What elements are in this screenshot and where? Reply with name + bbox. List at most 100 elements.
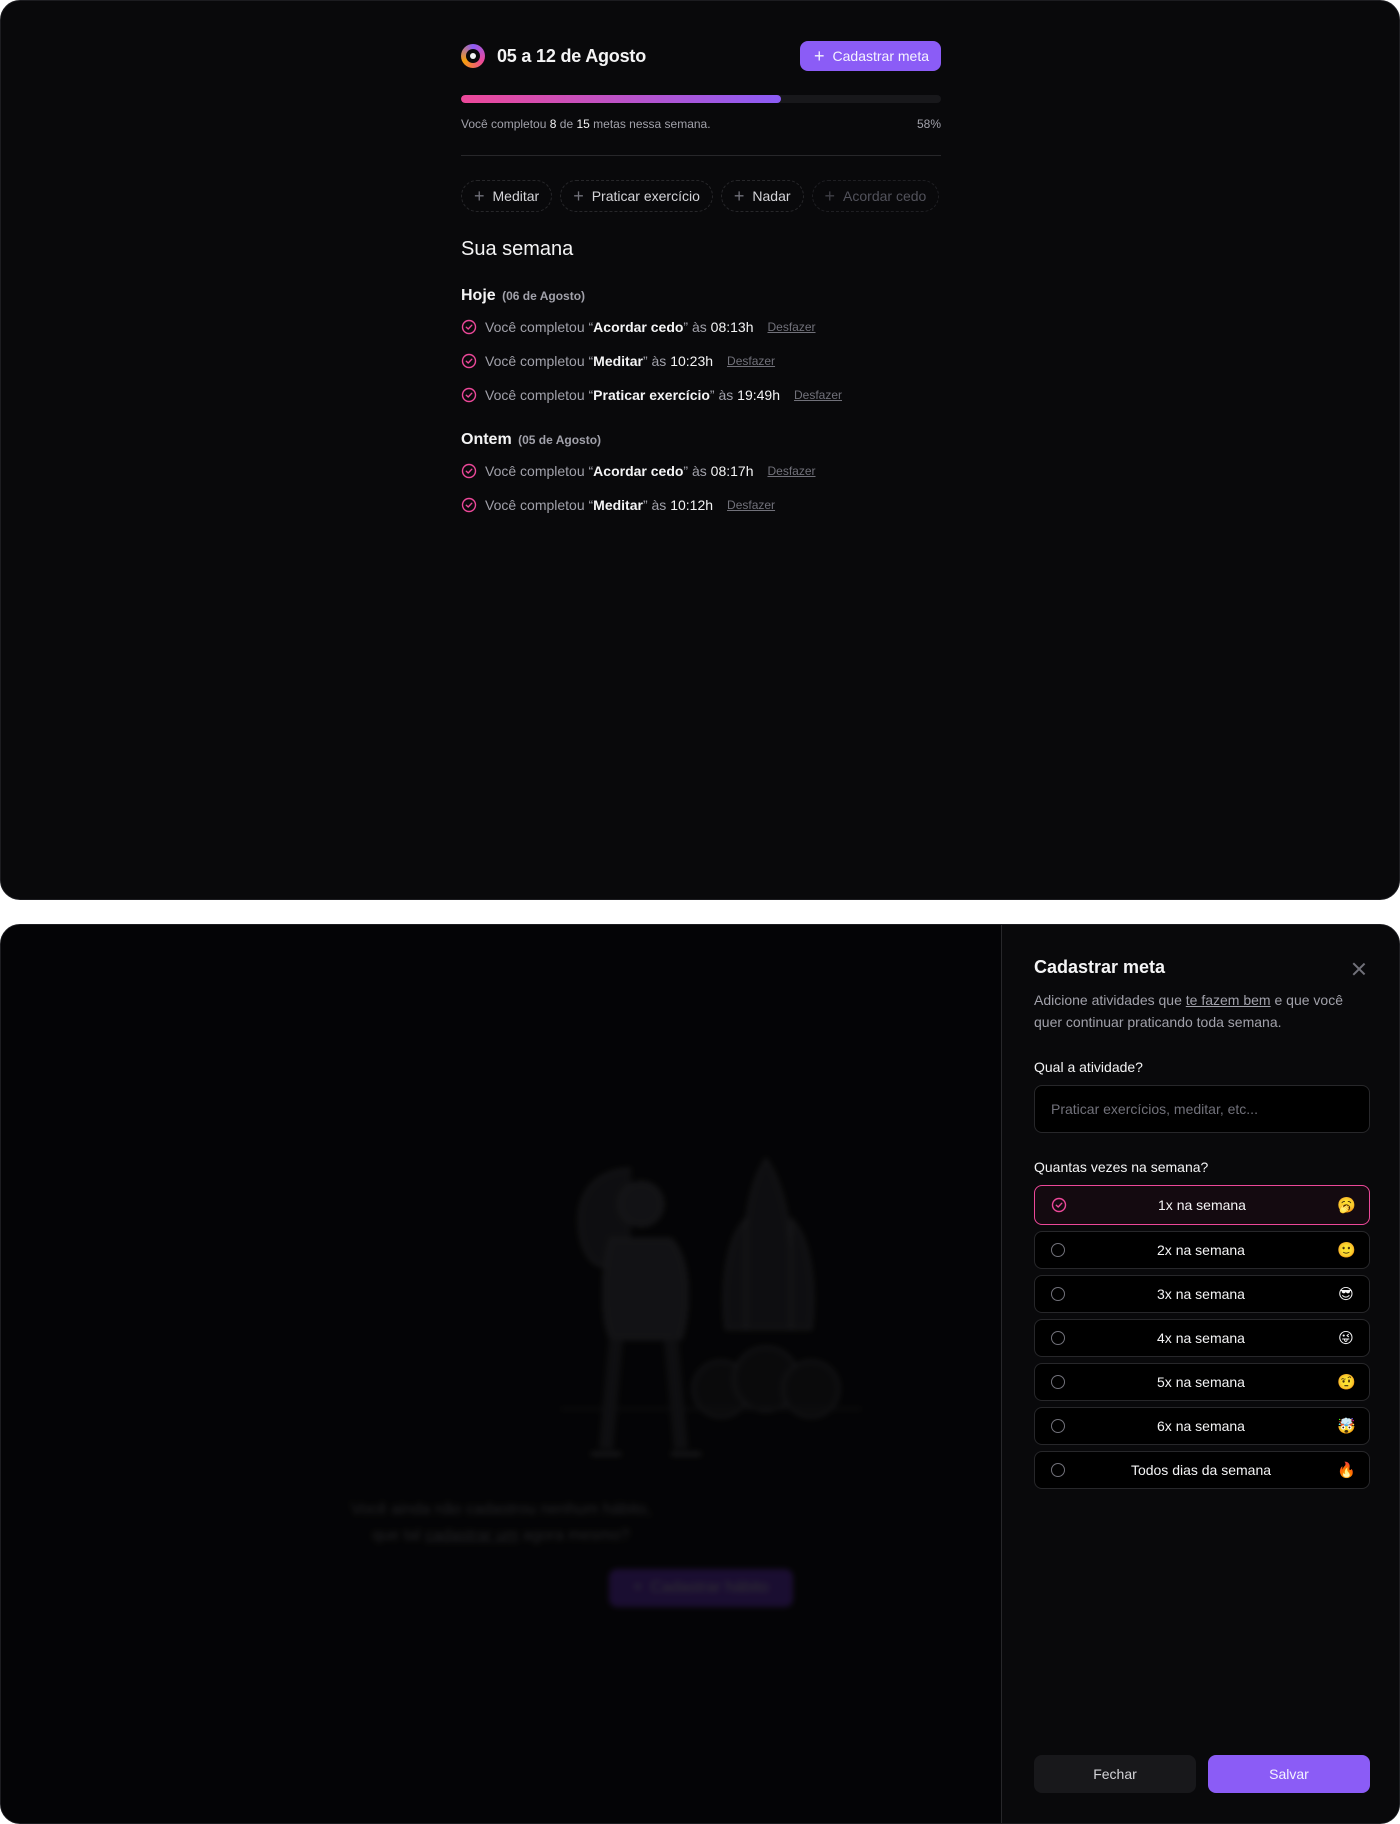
completion-entry: Você completou “Praticar exercício” às 1… bbox=[461, 385, 941, 405]
frequency-option[interactable]: Todos dias da semana 🔥 bbox=[1034, 1451, 1370, 1489]
radio-icon bbox=[1051, 1463, 1065, 1477]
day-title: Ontem (05 de Agosto) bbox=[461, 431, 602, 448]
progress-total-count: 15 bbox=[576, 117, 590, 131]
entry-goal: Acordar cedo bbox=[593, 463, 684, 479]
frequency-option-label: 4x na semana bbox=[1157, 1330, 1245, 1346]
emoji-icon: 🤯 bbox=[1337, 1418, 1356, 1435]
create-goal-label: Cadastrar meta bbox=[832, 48, 929, 64]
plus-icon: + bbox=[824, 186, 836, 206]
radio-icon bbox=[1051, 1331, 1065, 1345]
pending-goal-label: Nadar bbox=[752, 188, 791, 204]
check-circle-icon bbox=[461, 497, 477, 513]
completion-entry: Você completou “Acordar cedo” às 08:17h D… bbox=[461, 461, 941, 481]
activity-input[interactable] bbox=[1034, 1085, 1370, 1133]
entry-time: 08:13h bbox=[710, 319, 754, 335]
emoji-icon: 🥱 bbox=[1337, 1197, 1356, 1214]
frequency-option[interactable]: 3x na semana 😎 bbox=[1034, 1275, 1370, 1313]
pending-goal-label: Acordar cedo bbox=[843, 188, 927, 204]
radio-icon bbox=[1051, 1243, 1065, 1257]
summary-header: 05 a 12 de Agosto + Cadastrar meta bbox=[461, 41, 941, 71]
frequency-option[interactable]: 4x na semana 😜 bbox=[1034, 1319, 1370, 1357]
frequency-options: 1x na semana 🥱 2x na semana 🙂 3x na semana 😎 4… bbox=[1034, 1185, 1370, 1489]
radio-checked-icon bbox=[1051, 1197, 1067, 1213]
plus-icon: + bbox=[474, 186, 485, 206]
completion-entry: Você completou “Meditar” às 10:12h Desfaz… bbox=[461, 495, 941, 515]
pending-goal-button[interactable]: + Meditar bbox=[461, 180, 553, 212]
frequency-option-label: 6x na semana bbox=[1157, 1418, 1245, 1434]
week-range-title: 05 a 12 de Agosto bbox=[497, 45, 646, 66]
frequency-option[interactable]: 6x na semana 🤯 bbox=[1034, 1407, 1370, 1445]
frequency-option-label: 5x na semana bbox=[1157, 1374, 1245, 1390]
emoji-icon: 😎 bbox=[1338, 1286, 1354, 1303]
empty-state-backdrop: Você ainda não cadastrou nenhum hábito, … bbox=[1, 925, 1001, 1823]
entry-goal: Praticar exercício bbox=[593, 387, 710, 403]
frequency-option-label: 3x na semana bbox=[1157, 1286, 1245, 1302]
entry-goal: Meditar bbox=[593, 353, 643, 369]
progress-bar bbox=[461, 95, 941, 103]
entry-time: 10:23h bbox=[670, 353, 714, 369]
frequency-option-label: 2x na semana bbox=[1157, 1242, 1245, 1258]
week-days: Hoje (06 de Agosto) Você completou “Acord… bbox=[461, 287, 941, 515]
pending-goal-button[interactable]: + Praticar exercício bbox=[560, 180, 713, 212]
progress-completed-count: 8 bbox=[549, 117, 557, 131]
pending-goal-label: Praticar exercício bbox=[591, 188, 700, 204]
progress-bar-fill bbox=[461, 95, 782, 103]
undo-link[interactable]: Desfazer bbox=[727, 354, 775, 368]
app-logo-icon bbox=[461, 44, 485, 68]
day-date: (06 de Agosto) bbox=[502, 289, 586, 303]
radio-icon bbox=[1051, 1375, 1065, 1389]
week-section-title: Sua semana bbox=[461, 238, 574, 260]
completion-entry: Você completou “Meditar” às 10:23h Desfaz… bbox=[461, 351, 941, 371]
pending-goal-button[interactable]: + Nadar bbox=[720, 180, 804, 212]
check-circle-icon bbox=[461, 387, 477, 403]
summary-screen: 05 a 12 de Agosto + Cadastrar meta Você … bbox=[0, 0, 1400, 900]
create-goal-drawer: Cadastrar meta Adicione atividades que t… bbox=[1001, 925, 1399, 1823]
completion-entry: Você completou “Acordar cedo” às 08:13h D… bbox=[461, 317, 941, 337]
day-date: (05 de Agosto) bbox=[518, 433, 602, 447]
entry-goal: Acordar cedo bbox=[593, 319, 684, 335]
activity-label: Qual a atividade? bbox=[1034, 1059, 1143, 1075]
divider bbox=[461, 155, 941, 156]
pending-goal-button[interactable]: + Acordar cedo bbox=[811, 180, 940, 212]
progress-percentage: 58% bbox=[916, 117, 941, 131]
undo-link[interactable]: Desfazer bbox=[727, 498, 775, 512]
day-title: Hoje (06 de Agosto) bbox=[461, 287, 586, 304]
day-group: Ontem (05 de Agosto) Você completou “Acor… bbox=[461, 431, 941, 515]
emoji-icon: 🙂 bbox=[1337, 1242, 1356, 1259]
drawer-title: Cadastrar meta bbox=[1034, 957, 1166, 977]
frequency-option[interactable]: 1x na semana 🥱 bbox=[1034, 1185, 1370, 1225]
frequency-label: Quantas vezes na semana? bbox=[1034, 1159, 1209, 1175]
frequency-option-label: 1x na semana bbox=[1158, 1197, 1246, 1213]
emoji-icon: 🤨 bbox=[1337, 1374, 1356, 1391]
undo-link[interactable]: Desfazer bbox=[767, 320, 815, 334]
pending-goal-label: Meditar bbox=[492, 188, 540, 204]
frequency-option[interactable]: 2x na semana 🙂 bbox=[1034, 1231, 1370, 1269]
check-circle-icon bbox=[461, 463, 477, 479]
save-button[interactable]: Salvar bbox=[1208, 1755, 1370, 1793]
entry-goal: Meditar bbox=[593, 497, 643, 513]
plus-icon: + bbox=[814, 46, 825, 66]
day-group: Hoje (06 de Agosto) Você completou “Acord… bbox=[461, 287, 941, 405]
close-icon[interactable] bbox=[1349, 959, 1369, 979]
undo-link[interactable]: Desfazer bbox=[794, 388, 842, 402]
close-button[interactable]: Fechar bbox=[1034, 1755, 1196, 1793]
radio-icon bbox=[1051, 1287, 1065, 1301]
summary-panel: 05 a 12 de Agosto + Cadastrar meta Você … bbox=[461, 41, 941, 515]
undo-link[interactable]: Desfazer bbox=[767, 464, 815, 478]
progress-text: Você completou 8 de 15 metas nessa seman… bbox=[461, 117, 711, 131]
entry-time: 19:49h bbox=[737, 387, 780, 403]
check-circle-icon bbox=[461, 319, 477, 335]
radio-icon bbox=[1051, 1419, 1065, 1433]
modal-overlay[interactable] bbox=[1, 925, 1001, 1823]
drawer-description: Adicione atividades que te fazem bem e q… bbox=[1034, 992, 1343, 1030]
plus-icon: + bbox=[573, 186, 584, 206]
entry-time: 10:12h bbox=[670, 497, 714, 513]
frequency-option-label: Todos dias da semana bbox=[1130, 1462, 1272, 1478]
frequency-option[interactable]: 5x na semana 🤨 bbox=[1034, 1363, 1370, 1401]
check-circle-icon bbox=[461, 353, 477, 369]
emoji-icon: 😜 bbox=[1338, 1330, 1354, 1347]
create-goal-button[interactable]: + Cadastrar meta bbox=[800, 41, 941, 71]
entry-time: 08:17h bbox=[710, 463, 754, 479]
pending-goals: + Meditar + Praticar exercício + Nadar + Acorda… bbox=[461, 180, 941, 212]
emoji-icon: 🔥 bbox=[1337, 1462, 1356, 1479]
